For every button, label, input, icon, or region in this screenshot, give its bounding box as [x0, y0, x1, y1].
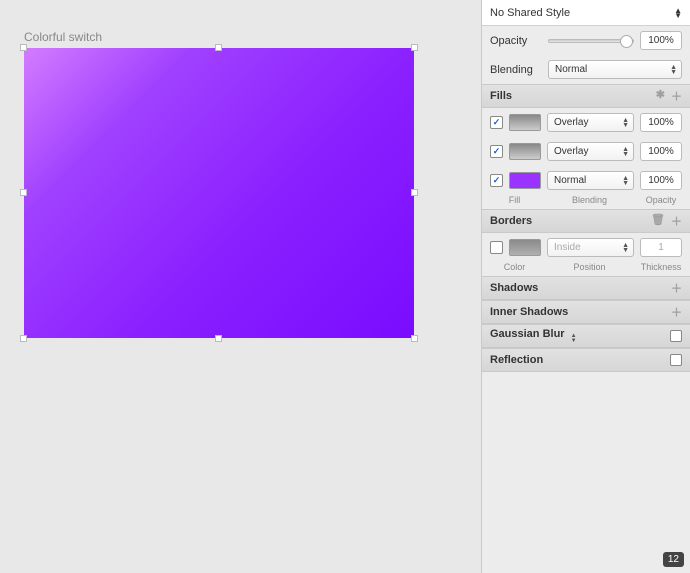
- chevron-updown-icon: ▲▼: [622, 118, 629, 128]
- border-position-dropdown[interactable]: Inside▲▼: [547, 238, 634, 257]
- shared-style-value: No Shared Style: [490, 7, 570, 19]
- chevron-updown-icon: ▲▼: [622, 243, 629, 253]
- border-row-0: Inside▲▼ 1: [482, 233, 690, 262]
- border-thickness-field[interactable]: 1: [640, 238, 682, 257]
- opacity-label: Opacity: [490, 35, 542, 47]
- resize-handle-top-right[interactable]: [411, 44, 418, 51]
- inner-shadows-section-header: Inner Shadows ＋: [482, 300, 690, 324]
- resize-handle-bottom-left[interactable]: [20, 335, 27, 342]
- fill-row-2: ✓ Normal▲▼ 100%: [482, 166, 690, 195]
- resize-handle-top-mid[interactable]: [215, 44, 222, 51]
- canvas-area[interactable]: Colorful switch: [0, 0, 481, 573]
- borders-column-labels: Color Position Thickness: [482, 262, 690, 276]
- selected-shape[interactable]: [24, 48, 414, 338]
- layer-name-label: Colorful switch: [24, 30, 102, 44]
- plus-icon[interactable]: ＋: [671, 213, 682, 229]
- resize-handle-bottom-mid[interactable]: [215, 335, 222, 342]
- fill-opacity-field[interactable]: 100%: [640, 113, 682, 132]
- gear-icon[interactable]: ✱: [656, 88, 665, 104]
- chevron-updown-icon[interactable]: ▲▼: [571, 334, 577, 344]
- blending-dropdown[interactable]: Normal ▲▼: [548, 60, 682, 79]
- chevron-updown-icon: ▲▼: [622, 176, 629, 186]
- reflection-header-label: Reflection: [490, 354, 543, 366]
- gaussian-blur-section-header: Gaussian Blur ▲▼: [482, 324, 690, 348]
- opacity-value-field[interactable]: 100%: [640, 31, 682, 50]
- fill-checkbox[interactable]: ✓: [490, 174, 503, 187]
- fills-header-label: Fills: [490, 90, 512, 102]
- blending-label: Blending: [490, 64, 542, 76]
- chevron-updown-icon: ▲▼: [670, 65, 677, 75]
- fill-row-1: ✓ Overlay▲▼ 100%: [482, 137, 690, 166]
- fills-column-labels: Fill Blending Opacity: [482, 195, 690, 209]
- chevron-updown-icon: ▲▼: [622, 147, 629, 157]
- fill-blend-dropdown[interactable]: Normal▲▼: [547, 171, 634, 190]
- reflection-section-header: Reflection: [482, 348, 690, 372]
- slider-thumb[interactable]: [620, 35, 633, 48]
- fill-swatch[interactable]: [509, 143, 541, 160]
- blending-value: Normal: [555, 64, 587, 75]
- counter-badge: 12: [663, 552, 684, 567]
- resize-handle-bottom-right[interactable]: [411, 335, 418, 342]
- resize-handle-mid-right[interactable]: [411, 189, 418, 196]
- blending-row: Blending Normal ▲▼: [482, 55, 690, 84]
- resize-handle-mid-left[interactable]: [20, 189, 27, 196]
- gaussian-blur-header-label: Gaussian Blur: [490, 328, 565, 340]
- plus-icon[interactable]: ＋: [671, 280, 682, 296]
- fill-checkbox[interactable]: ✓: [490, 116, 503, 129]
- fill-blend-dropdown[interactable]: Overlay▲▼: [547, 142, 634, 161]
- opacity-row: Opacity 100%: [482, 26, 690, 55]
- plus-icon[interactable]: ＋: [671, 88, 682, 104]
- fills-section-header: Fills ✱ ＋: [482, 84, 690, 108]
- fill-swatch[interactable]: [509, 172, 541, 189]
- opacity-slider[interactable]: [548, 39, 634, 43]
- fill-opacity-field[interactable]: 100%: [640, 142, 682, 161]
- chevron-updown-icon: ▲▼: [674, 8, 682, 18]
- inspector-panel: No Shared Style ▲▼ Opacity 100% Blending…: [481, 0, 690, 573]
- fill-opacity-field[interactable]: 100%: [640, 171, 682, 190]
- borders-header-label: Borders: [490, 215, 532, 227]
- shadows-section-header: Shadows ＋: [482, 276, 690, 300]
- borders-section-header: Borders 🗑 ＋: [482, 209, 690, 233]
- fill-checkbox[interactable]: ✓: [490, 145, 503, 158]
- border-color-swatch[interactable]: [509, 239, 541, 256]
- border-checkbox[interactable]: [490, 241, 503, 254]
- shared-style-dropdown[interactable]: No Shared Style ▲▼: [482, 0, 690, 26]
- reflection-checkbox[interactable]: [670, 354, 682, 366]
- blur-checkbox[interactable]: [670, 330, 682, 342]
- fill-blend-dropdown[interactable]: Overlay▲▼: [547, 113, 634, 132]
- shadows-header-label: Shadows: [490, 282, 538, 294]
- resize-handle-top-left[interactable]: [20, 44, 27, 51]
- fill-row-0: ✓ Overlay▲▼ 100%: [482, 108, 690, 137]
- plus-icon[interactable]: ＋: [671, 304, 682, 320]
- inner-shadows-header-label: Inner Shadows: [490, 306, 568, 318]
- trash-icon[interactable]: 🗑: [651, 213, 665, 229]
- fill-swatch[interactable]: [509, 114, 541, 131]
